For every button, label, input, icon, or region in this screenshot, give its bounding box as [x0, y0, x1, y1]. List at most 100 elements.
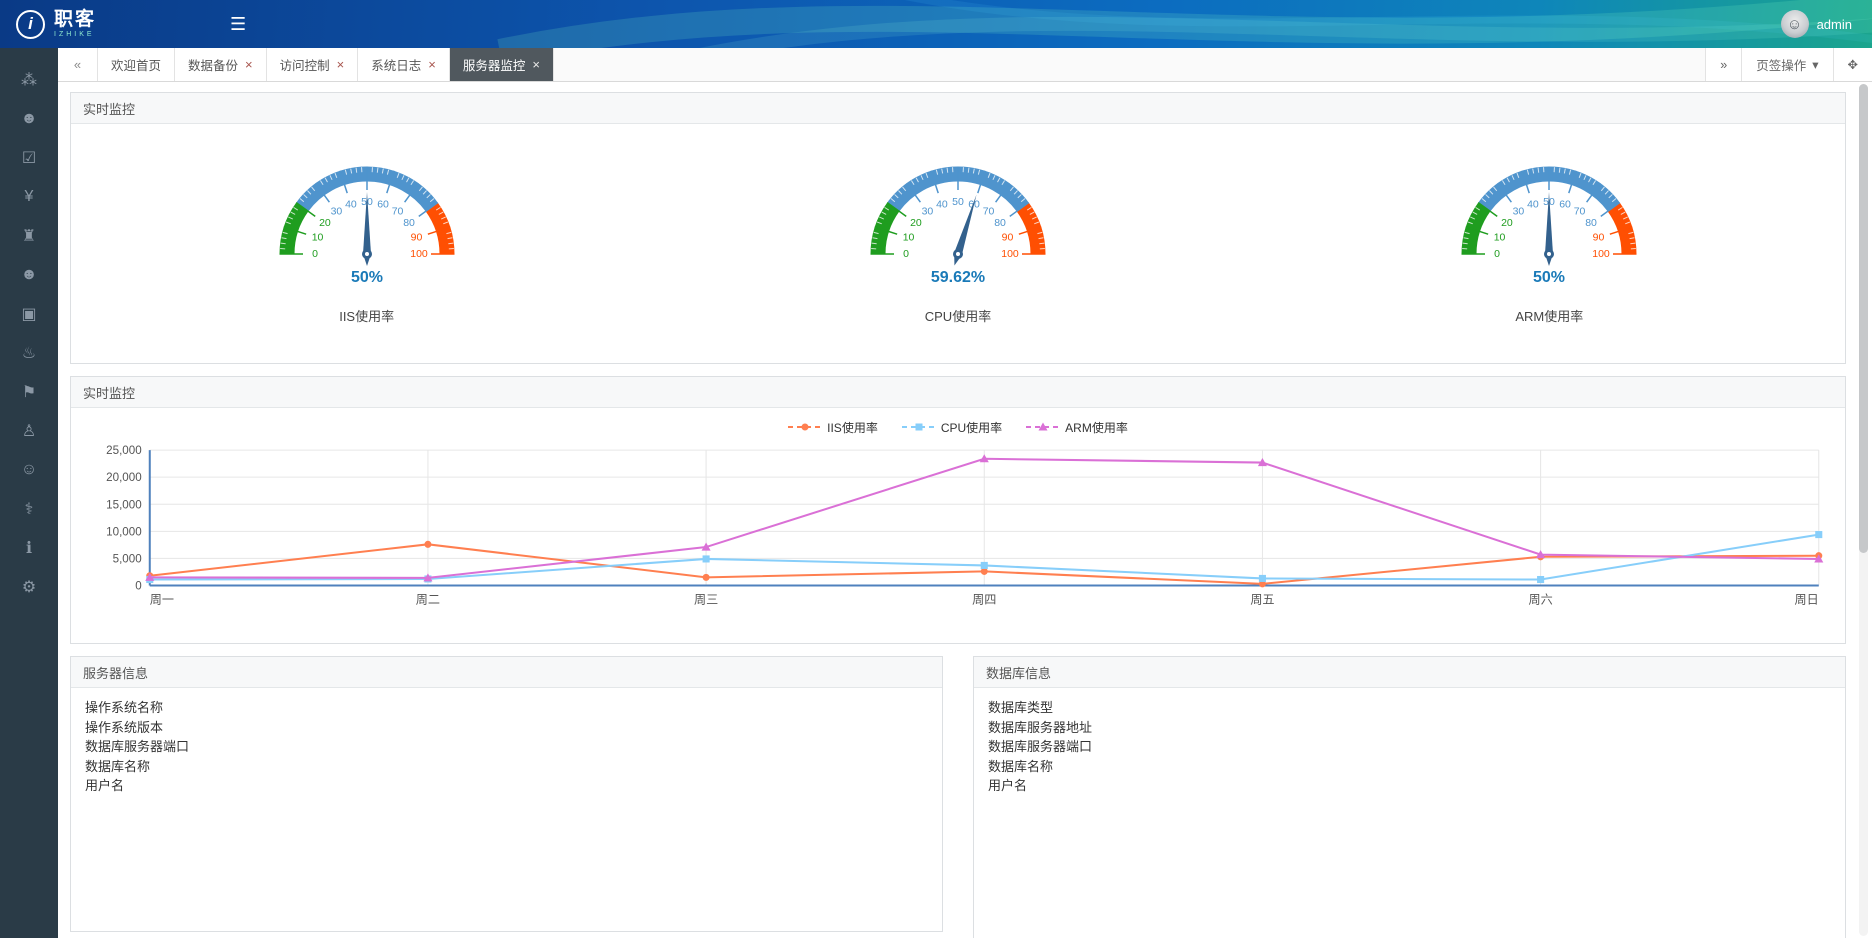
tab-label: 服务器监控 — [463, 55, 526, 74]
fullscreen-icon[interactable]: ✥ — [1833, 48, 1872, 81]
info-item: 用户名 — [85, 776, 928, 796]
briefcase-icon: ▣ — [21, 304, 36, 324]
server-info-list: 操作系统名称操作系统版本数据库服务器端口数据库名称用户名 — [71, 688, 942, 806]
tab-close-icon[interactable]: × — [337, 58, 345, 71]
legend-item-2[interactable]: CPU使用率 — [902, 419, 1002, 436]
sidebar-item-settings-gears[interactable]: ⚙ — [0, 567, 58, 606]
app-logo[interactable]: i 职客 IZHIKE — [0, 10, 112, 39]
brand-name: 职客 — [54, 10, 96, 29]
svg-text:100: 100 — [410, 248, 428, 260]
sidebar-item-team[interactable]: ☻ — [0, 255, 58, 294]
sidebar-item-education[interactable]: ⚑ — [0, 372, 58, 411]
svg-text:50: 50 — [952, 196, 964, 208]
content-area: 实时监控 010203040506070809010050%IIS使用率0102… — [58, 82, 1872, 938]
x-tick-label: 周一 — [150, 593, 174, 607]
svg-text:70: 70 — [391, 206, 403, 218]
svg-text:60: 60 — [377, 198, 389, 210]
tab-close-icon[interactable]: × — [245, 58, 253, 71]
tab-label: 数据备份 — [188, 55, 238, 74]
line-chart: 05,00010,00015,00020,00025,000周一周二周三周四周五… — [79, 440, 1837, 612]
gauge-label: IIS使用率 — [339, 306, 394, 325]
sidebar-item-medical-display[interactable]: ⚕ — [0, 489, 58, 528]
info-item: 操作系统名称 — [85, 698, 928, 718]
education-icon: ⚑ — [22, 382, 36, 402]
x-tick-label: 周六 — [1528, 593, 1552, 607]
tab-2[interactable]: 数据备份 × — [175, 48, 267, 81]
legend-item-3[interactable]: ARM使用率 — [1026, 419, 1128, 436]
thermometer-icon: ♨ — [22, 343, 36, 363]
x-tick-label: 周四 — [972, 593, 996, 607]
tab-bar: « 欢迎首页数据备份×访问控制×系统日志×服务器监控× » 页签操作 ▾ ✥ — [58, 48, 1872, 82]
chart-legend: IIS使用率 CPU使用率 ARM使用率 — [79, 414, 1837, 440]
gauge-chart: 010203040506070809010050% — [1434, 136, 1664, 288]
legend-label: ARM使用率 — [1065, 419, 1128, 436]
sidebar-item-briefcase[interactable]: ▣ — [0, 294, 58, 333]
info-item: 用户名 — [988, 776, 1831, 796]
svg-text:30: 30 — [1513, 206, 1525, 218]
gauge-chart: 010203040506070809010059.62% — [843, 136, 1073, 288]
tab-label: 欢迎首页 — [111, 55, 161, 74]
svg-text:25,000: 25,000 — [106, 444, 142, 457]
sidebar-item-person[interactable]: ♙ — [0, 411, 58, 450]
svg-text:90: 90 — [1002, 232, 1014, 244]
x-tick-label: 周二 — [416, 593, 440, 607]
tab-close-icon[interactable]: × — [532, 58, 540, 71]
gauge-label: ARM使用率 — [1515, 306, 1583, 325]
realtime-gauge-panel: 实时监控 010203040506070809010050%IIS使用率0102… — [70, 92, 1846, 364]
circle-marker-icon — [788, 421, 822, 433]
sidebar-item-thermometer[interactable]: ♨ — [0, 333, 58, 372]
panel-title: 实时监控 — [71, 377, 1845, 408]
chevron-down-icon: ▾ — [1812, 57, 1818, 72]
sidebar-item-users[interactable]: ☻ — [0, 99, 58, 138]
server-info-panel: 服务器信息 操作系统名称操作系统版本数据库服务器端口数据库名称用户名 — [70, 656, 943, 932]
square-marker-icon — [902, 421, 936, 433]
tab-1[interactable]: 欢迎首页 — [98, 48, 175, 81]
tab-operations-dropdown[interactable]: 页签操作 ▾ — [1741, 48, 1832, 81]
svg-text:100: 100 — [1001, 248, 1019, 260]
sidebar-item-user[interactable]: ☺ — [0, 450, 58, 489]
svg-text:40: 40 — [345, 198, 357, 210]
triangle-marker-icon — [1026, 421, 1060, 433]
svg-text:20: 20 — [910, 217, 922, 229]
tab-operations-label: 页签操作 — [1756, 55, 1806, 74]
avatar[interactable]: ☺ — [1781, 10, 1809, 38]
sidebar: ⁂☻☑¥♜☻▣♨⚑♙☺⚕ℹ⚙ — [0, 48, 58, 938]
finance-yen-icon: ¥ — [25, 188, 34, 206]
sidebar-item-bank[interactable]: ♜ — [0, 216, 58, 255]
info-item: 数据库名称 — [988, 757, 1831, 777]
svg-text:10: 10 — [1494, 232, 1506, 244]
hamburger-menu-icon[interactable]: ☰ — [230, 14, 246, 35]
tabs-scroll-left-button[interactable]: « — [58, 48, 98, 81]
gauge-value: 50% — [351, 269, 383, 286]
sidebar-item-info[interactable]: ℹ — [0, 528, 58, 567]
legend-item-1[interactable]: IIS使用率 — [788, 419, 878, 436]
svg-text:10,000: 10,000 — [106, 525, 142, 538]
svg-text:0: 0 — [135, 580, 141, 593]
svg-text:80: 80 — [1586, 217, 1598, 229]
content-scrollbar[interactable] — [1859, 84, 1868, 936]
svg-text:10: 10 — [903, 232, 915, 244]
svg-text:40: 40 — [1527, 198, 1539, 210]
user-name[interactable]: admin — [1817, 17, 1852, 32]
scrollbar-thumb[interactable] — [1859, 84, 1868, 553]
tabs-scroll-right-button[interactable]: » — [1705, 48, 1741, 81]
top-navbar: i 职客 IZHIKE ☰ ☺ admin — [0, 0, 1872, 48]
svg-text:0: 0 — [312, 248, 318, 260]
info-item: 数据库服务器端口 — [988, 737, 1831, 757]
svg-text:40: 40 — [936, 198, 948, 210]
team-icon: ☻ — [21, 266, 38, 284]
svg-text:90: 90 — [410, 232, 422, 244]
sidebar-item-tasks[interactable]: ☑ — [0, 138, 58, 177]
sidebar-item-finance-yen[interactable]: ¥ — [0, 177, 58, 216]
tab-4[interactable]: 系统日志× — [358, 48, 450, 81]
gauge-2: 010203040506070809010059.62%CPU使用率 — [843, 136, 1073, 325]
svg-text:0: 0 — [1494, 248, 1500, 260]
tab-close-icon[interactable]: × — [428, 58, 436, 71]
navbar-decoration — [0, 0, 1872, 48]
gauge-value: 50% — [1533, 269, 1565, 286]
tab-5[interactable]: 服务器监控 × — [450, 48, 554, 81]
sidebar-item-share-nodes[interactable]: ⁂ — [0, 60, 58, 99]
svg-text:60: 60 — [1560, 198, 1572, 210]
tab-3[interactable]: 访问控制× — [267, 48, 359, 81]
svg-text:15,000: 15,000 — [106, 498, 142, 511]
